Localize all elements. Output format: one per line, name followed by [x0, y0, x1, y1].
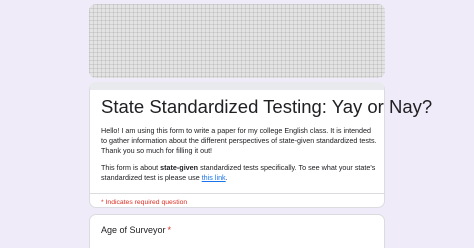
description-paragraph-2: This form is about state-given standardi… — [101, 163, 379, 183]
question-card: Age of Surveyor * — [89, 214, 385, 248]
form-description: Hello! I am using this form to write a p… — [101, 126, 379, 183]
form-title: State Standardized Testing: Yay or Nay? — [101, 96, 433, 117]
description-paragraph-1: Hello! I am using this form to write a p… — [101, 126, 377, 155]
description-text: . — [225, 173, 228, 183]
description-bold-text: state-given — [160, 163, 199, 173]
header-banner-image — [89, 4, 385, 78]
state-test-link[interactable]: this link — [202, 173, 226, 182]
required-question-note: * Indicates required question — [101, 199, 188, 206]
divider — [90, 193, 384, 194]
question-label: Age of Surveyor * — [101, 225, 171, 235]
required-asterisk: * — [167, 225, 172, 235]
description-text: This form is about — [101, 163, 161, 173]
question-title: Age of Surveyor — [101, 225, 166, 235]
form-title-card: State Standardized Testing: Yay or Nay? … — [89, 82, 432, 208]
